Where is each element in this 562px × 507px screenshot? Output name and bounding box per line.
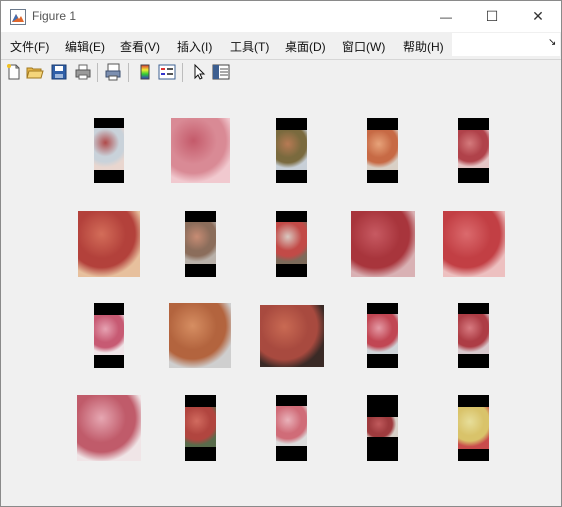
pointer-icon[interactable]: [190, 63, 208, 81]
property-inspector-icon[interactable]: [212, 63, 230, 81]
close-button[interactable]: ✕: [515, 1, 561, 32]
image-tile: [367, 395, 398, 461]
window-title: Figure 1: [32, 9, 77, 23]
menu-file[interactable]: 文件(F): [10, 38, 49, 55]
image-tile: [77, 395, 141, 461]
menu-edit[interactable]: 编辑(E): [65, 38, 105, 55]
image-tile: [171, 118, 230, 183]
image-tile: [351, 211, 415, 277]
title-bar[interactable]: Figure 1 — ☐ ✕: [1, 1, 561, 32]
apple-photo: [94, 128, 124, 170]
print-preview-icon[interactable]: [104, 63, 122, 81]
figure-window: Figure 1 — ☐ ✕ 文件(F) 编辑(E) 查看(V) 插入(I) 工…: [0, 0, 562, 507]
image-tile: [185, 211, 216, 277]
apple-photo: [78, 211, 140, 277]
maximize-button[interactable]: ☐: [469, 1, 515, 32]
menu-insert[interactable]: 插入(I): [177, 38, 212, 55]
minimize-icon: —: [440, 9, 452, 24]
figure-canvas[interactable]: [1, 86, 561, 506]
image-tile: [458, 118, 489, 183]
minimize-button[interactable]: —: [423, 1, 469, 32]
image-tile: [78, 211, 140, 277]
apple-photo: [458, 130, 489, 168]
apple-photo: [185, 222, 216, 264]
image-tile: [185, 395, 216, 461]
image-tile: [276, 211, 307, 277]
image-tile: [458, 303, 489, 368]
open-file-icon[interactable]: [26, 63, 44, 81]
menu-window[interactable]: 窗口(W): [342, 38, 385, 55]
apple-photo: [260, 305, 324, 367]
toolbar-separator: [128, 63, 129, 82]
toolbar-separator: [182, 63, 183, 82]
colorbar-icon[interactable]: [136, 63, 154, 81]
image-tile: [94, 118, 124, 183]
apple-photo: [443, 211, 505, 277]
apple-photo: [276, 406, 307, 446]
matlab-figure-icon: [10, 9, 26, 25]
image-tile: [169, 303, 231, 368]
legend-icon[interactable]: [158, 63, 176, 81]
maximize-icon: ☐: [485, 8, 499, 24]
figure-toolbar: [1, 59, 561, 87]
image-tile: [367, 303, 398, 368]
apple-photo: [276, 130, 307, 170]
save-icon[interactable]: [50, 63, 68, 81]
apple-photo: [367, 417, 398, 437]
apple-photo: [169, 303, 231, 368]
apple-photo: [367, 314, 398, 354]
image-tile: [367, 118, 398, 183]
apple-photo: [94, 315, 124, 355]
image-tile: [443, 211, 505, 277]
image-tile: [276, 395, 307, 461]
toolbar-separator: [97, 63, 98, 82]
apple-photo: [351, 211, 415, 277]
menu-spacer: [452, 33, 560, 56]
image-tile: [458, 395, 489, 461]
apple-photo: [171, 118, 230, 183]
menu-help[interactable]: 帮助(H): [403, 38, 444, 55]
apple-photo: [276, 222, 307, 264]
apple-photo: [458, 314, 489, 354]
apple-photo: [77, 395, 141, 461]
menu-desktop[interactable]: 桌面(D): [285, 38, 326, 55]
menu-bar: 文件(F) 编辑(E) 查看(V) 插入(I) 工具(T) 桌面(D) 窗口(W…: [1, 32, 561, 58]
apple-photo: [458, 407, 489, 449]
menu-view[interactable]: 查看(V): [120, 38, 160, 55]
menu-tools[interactable]: 工具(T): [230, 38, 269, 55]
image-tile: [94, 303, 124, 368]
apple-photo: [367, 130, 398, 170]
dock-arrow-icon[interactable]: ↘: [548, 37, 556, 48]
image-tile: [260, 305, 324, 367]
new-figure-icon[interactable]: [5, 63, 23, 81]
close-icon: ✕: [532, 8, 544, 24]
image-tile: [276, 118, 307, 183]
apple-photo: [185, 407, 216, 447]
print-icon[interactable]: [74, 63, 92, 81]
